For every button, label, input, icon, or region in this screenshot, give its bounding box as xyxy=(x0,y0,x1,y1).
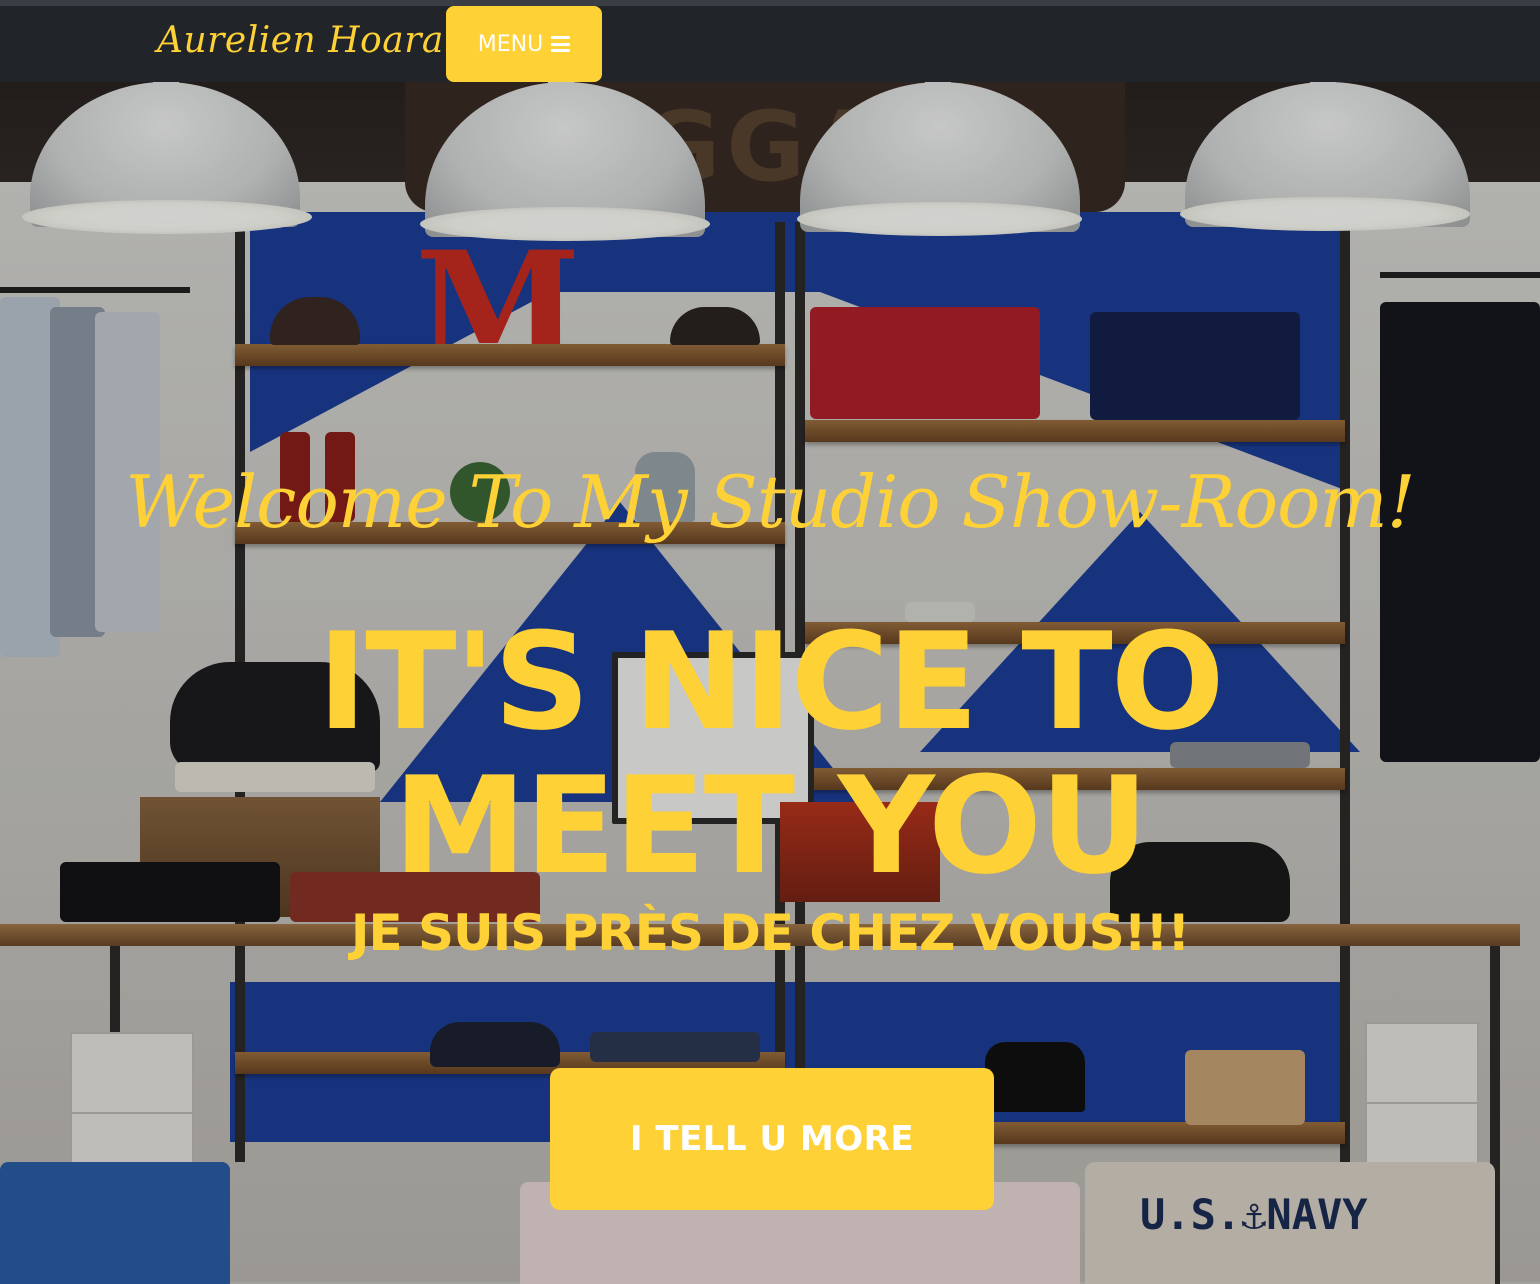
hero-subheading: Welcome To My Studio Show-Room! xyxy=(125,460,1415,544)
hero-tagline: JE SUIS PRÈS DE CHEZ VOUS!!! xyxy=(350,904,1190,962)
hero-section: BAGGAGE M U.S.⚓NAVY Welcome To My Studio… xyxy=(0,82,1540,1284)
brand-logo[interactable]: Aurelien Hoarau xyxy=(157,20,468,61)
menu-label: MENU xyxy=(477,31,544,57)
menu-button[interactable]: MENU xyxy=(446,6,602,82)
navbar: Aurelien Hoarau MENU xyxy=(0,6,1540,82)
hamburger-icon xyxy=(551,36,571,52)
hero-heading: IT'S NICE TO MEET YOU xyxy=(0,610,1540,898)
hero-heading-line-2: MEET YOU xyxy=(393,748,1148,904)
hero-heading-line-1: IT'S NICE TO xyxy=(317,604,1224,760)
tell-more-button[interactable]: I TELL U MORE xyxy=(550,1068,994,1210)
